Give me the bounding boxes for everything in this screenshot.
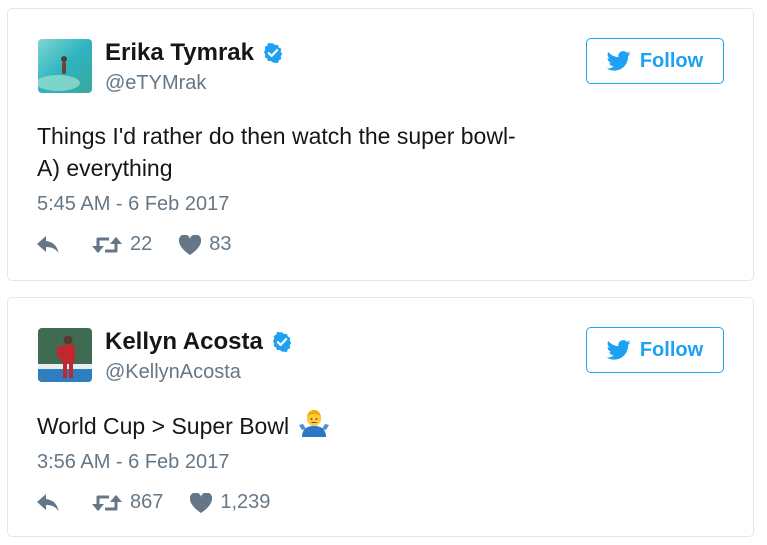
- tweet-actions: 867 1,239: [37, 491, 270, 514]
- tweet-text-line: Things I'd rather do then watch the supe…: [37, 123, 516, 149]
- retweet-icon: [92, 236, 122, 253]
- follow-label: Follow: [639, 338, 704, 361]
- tweet-text-line: World Cup > Super Bowl: [37, 413, 290, 439]
- follow-button[interactable]: Follow: [586, 327, 724, 373]
- heart-icon: [190, 492, 213, 513]
- man-shrugging-emoji-icon: [299, 409, 330, 445]
- tweet-actions: 22 83: [37, 233, 232, 256]
- retweet-count: 22: [130, 233, 153, 255]
- timestamp-link[interactable]: 5:45 AM - 6 Feb 2017: [37, 193, 229, 216]
- like-count: 1,239: [220, 491, 271, 513]
- verified-badge-icon: [263, 43, 283, 63]
- like-button[interactable]: 1,239: [190, 491, 270, 514]
- reply-button[interactable]: [37, 235, 61, 254]
- retweet-count: 867: [130, 491, 164, 513]
- retweet-button[interactable]: 22: [92, 233, 152, 256]
- reply-icon: [37, 493, 59, 511]
- author-name[interactable]: Kellyn Acosta: [105, 328, 263, 356]
- tweet-text: Things I'd rather do then watch the supe…: [37, 120, 516, 184]
- follow-button[interactable]: Follow: [586, 38, 724, 84]
- like-count: 83: [209, 233, 232, 255]
- tweet-card: Erika Tymrak @eTYMrak Follow Things I'd …: [7, 8, 754, 281]
- author-name[interactable]: Erika Tymrak: [105, 39, 254, 67]
- author-handle[interactable]: @eTYMrak: [105, 72, 206, 95]
- twitter-bird-icon: [606, 340, 631, 360]
- verified-badge-icon: [272, 332, 291, 352]
- tweet-text: World Cup > Super Bowl: [37, 409, 330, 445]
- follow-label: Follow: [639, 49, 704, 72]
- twitter-bird-icon: [606, 51, 631, 71]
- retweet-icon: [92, 494, 122, 511]
- retweet-button[interactable]: 867: [92, 491, 163, 514]
- reply-button[interactable]: [37, 493, 61, 512]
- author-handle[interactable]: @KellynAcosta: [105, 361, 241, 384]
- avatar[interactable]: [38, 39, 92, 93]
- heart-icon: [179, 234, 202, 255]
- like-button[interactable]: 83: [179, 233, 232, 256]
- reply-icon: [37, 235, 59, 253]
- tweet-card: Kellyn Acosta @KellynAcosta Follow World…: [7, 297, 754, 537]
- tweet-text-line: A) everything: [37, 155, 173, 181]
- timestamp-link[interactable]: 3:56 AM - 6 Feb 2017: [37, 451, 229, 474]
- avatar[interactable]: [38, 328, 92, 382]
